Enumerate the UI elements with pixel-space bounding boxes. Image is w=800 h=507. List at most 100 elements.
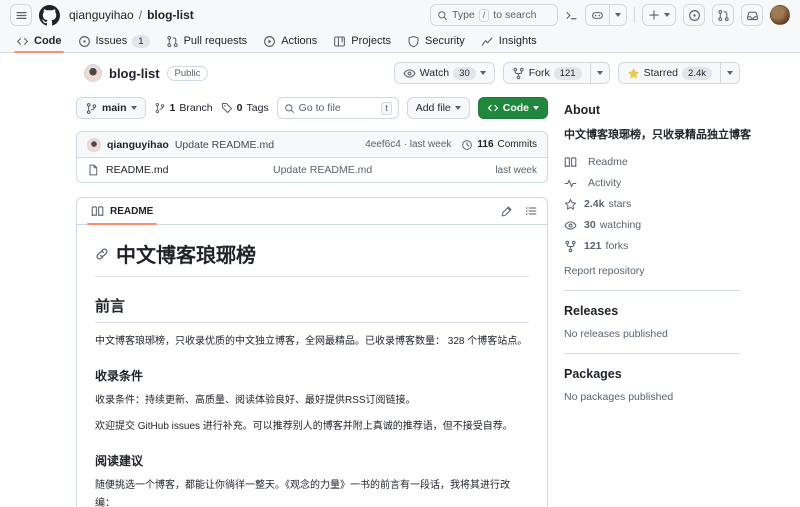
branches-link[interactable]: 1 Branch [154, 102, 213, 114]
code-toolbar: main 1 Branch 0 Tags Go to file t Add fi… [76, 97, 548, 119]
commit-history-link[interactable]: 116 Commits [461, 139, 537, 151]
slash-key-hint: / [478, 8, 490, 22]
breadcrumb-owner[interactable]: qianguyihao [69, 8, 134, 22]
command-palette-icon[interactable] [565, 9, 578, 22]
readme-tab-label: README [110, 205, 154, 217]
file-browser: qianguyihao Update README.md 4eef6c4 · l… [76, 131, 548, 183]
commits-count: 116 [477, 139, 494, 150]
sidebar-item-label: Readme [588, 156, 628, 168]
tab-label: Actions [281, 35, 318, 47]
star-filled-icon [627, 67, 639, 79]
breadcrumb-repo[interactable]: blog-list [147, 8, 194, 22]
sidebar-item-readme[interactable]: Readme [564, 156, 740, 169]
pencil-icon[interactable] [501, 205, 513, 217]
github-repo-page: qianguyihao / blog-list Type / to search [0, 0, 800, 507]
chevron-down-icon [130, 106, 137, 110]
tab-projects[interactable]: Projects [325, 30, 399, 52]
chevron-down-icon [664, 13, 670, 17]
table-row[interactable]: README.md Update README.md last week [77, 157, 547, 182]
tab-readme[interactable]: README [87, 198, 158, 225]
header-divider [634, 7, 635, 23]
sidebar-item-activity[interactable]: Activity [564, 177, 740, 190]
app-header: qianguyihao / blog-list Type / to search [0, 0, 800, 30]
branch-count-label: Branch [179, 102, 213, 114]
repo-owner-avatar[interactable] [84, 64, 102, 82]
project-icon [334, 36, 346, 46]
paragraph: 欢迎提交 GitHub issues 进行补充。可以推荐别人的博客并附上真诚的推… [95, 421, 513, 432]
inbox-icon [746, 11, 758, 20]
tab-actions[interactable]: Actions [255, 30, 325, 52]
commit-author-avatar[interactable] [87, 137, 101, 152]
git-branch-icon [155, 102, 164, 114]
link-icon[interactable] [95, 247, 109, 261]
t-key-hint: t [381, 101, 392, 115]
sidebar-item-forks[interactable]: 121 forks [564, 240, 740, 253]
current-branch: main [102, 102, 127, 114]
user-avatar[interactable] [770, 5, 790, 25]
go-to-file-input[interactable] [298, 102, 369, 114]
tab-issues[interactable]: Issues 1 [70, 30, 158, 52]
git-pull-request-icon [717, 9, 729, 21]
tab-label: Issues [95, 35, 128, 47]
commit-hash[interactable]: 4eef6c4 [365, 139, 401, 150]
repo-title[interactable]: blog-list [109, 66, 160, 81]
commit-time: last week [409, 139, 452, 150]
chevron-down-icon [479, 71, 486, 75]
issues-count-badge: 1 [132, 34, 150, 48]
fork-button[interactable]: Fork 121 [502, 62, 591, 84]
outline-list-icon[interactable] [525, 205, 537, 217]
book-icon [91, 205, 104, 216]
copilot-button[interactable] [586, 5, 609, 25]
tab-code[interactable]: Code [8, 30, 70, 53]
hamburger-icon [15, 11, 27, 19]
file-commit-time: last week [495, 164, 537, 176]
pulse-icon [564, 179, 577, 187]
branch-selector-button[interactable]: main [76, 97, 146, 119]
sidebar-item-stars[interactable]: 2.4k stars [564, 198, 740, 211]
global-search-input[interactable]: Type / to search [430, 4, 558, 26]
watch-button[interactable]: Watch 30 [393, 62, 495, 84]
code-button-label: Code [502, 102, 529, 114]
tab-security[interactable]: Security [399, 30, 473, 52]
git-branch-icon [86, 102, 97, 114]
fork-label: Fork [528, 67, 550, 79]
file-name[interactable]: README.md [106, 164, 266, 176]
branch-count: 1 [169, 102, 176, 114]
watch-count: 30 [453, 66, 476, 80]
issues-header-button[interactable] [683, 4, 705, 26]
add-file-button[interactable]: Add file [406, 97, 470, 119]
watch-label: Watch [419, 67, 450, 79]
commit-hash-time[interactable]: 4eef6c4 · last week [365, 139, 451, 150]
section-heading: 前言 [95, 295, 529, 323]
tags-link[interactable]: 0 Tags [221, 102, 269, 114]
starred-button[interactable]: Starred 2.4k [617, 62, 721, 84]
commits-label: Commits [497, 139, 537, 150]
inbox-button[interactable] [741, 4, 763, 26]
readme-header: README [77, 198, 547, 225]
copilot-dropdown-button[interactable] [609, 5, 626, 25]
report-repository-link[interactable]: Report repository [564, 265, 740, 277]
fork-count: 121 [553, 66, 582, 80]
hamburger-menu-button[interactable] [10, 4, 32, 26]
commit-author[interactable]: qianguyihao [107, 139, 169, 151]
github-logo-icon[interactable] [39, 4, 60, 26]
star-dropdown-button[interactable] [721, 62, 740, 84]
search-placeholder-suffix: to search [493, 9, 537, 21]
code-dropdown-button[interactable]: Code [477, 97, 548, 119]
fork-dropdown-button[interactable] [590, 62, 610, 84]
chevron-down-icon [615, 13, 621, 17]
star-count: 2.4k [682, 66, 712, 80]
chevron-down-icon [727, 71, 733, 75]
commit-message[interactable]: Update README.md [175, 139, 274, 151]
tag-count: 0 [236, 102, 243, 114]
tab-insights[interactable]: Insights [473, 30, 545, 52]
file-commit-message[interactable]: Update README.md [273, 164, 488, 176]
shield-icon [408, 35, 419, 47]
tab-pull-requests[interactable]: Pull requests [158, 30, 256, 52]
create-new-button[interactable] [642, 4, 676, 26]
pull-requests-header-button[interactable] [712, 4, 734, 26]
code-icon [17, 37, 28, 45]
star-icon [564, 198, 577, 210]
chevron-down-icon [533, 106, 539, 110]
sidebar-item-watching[interactable]: 30 watching [564, 219, 740, 232]
